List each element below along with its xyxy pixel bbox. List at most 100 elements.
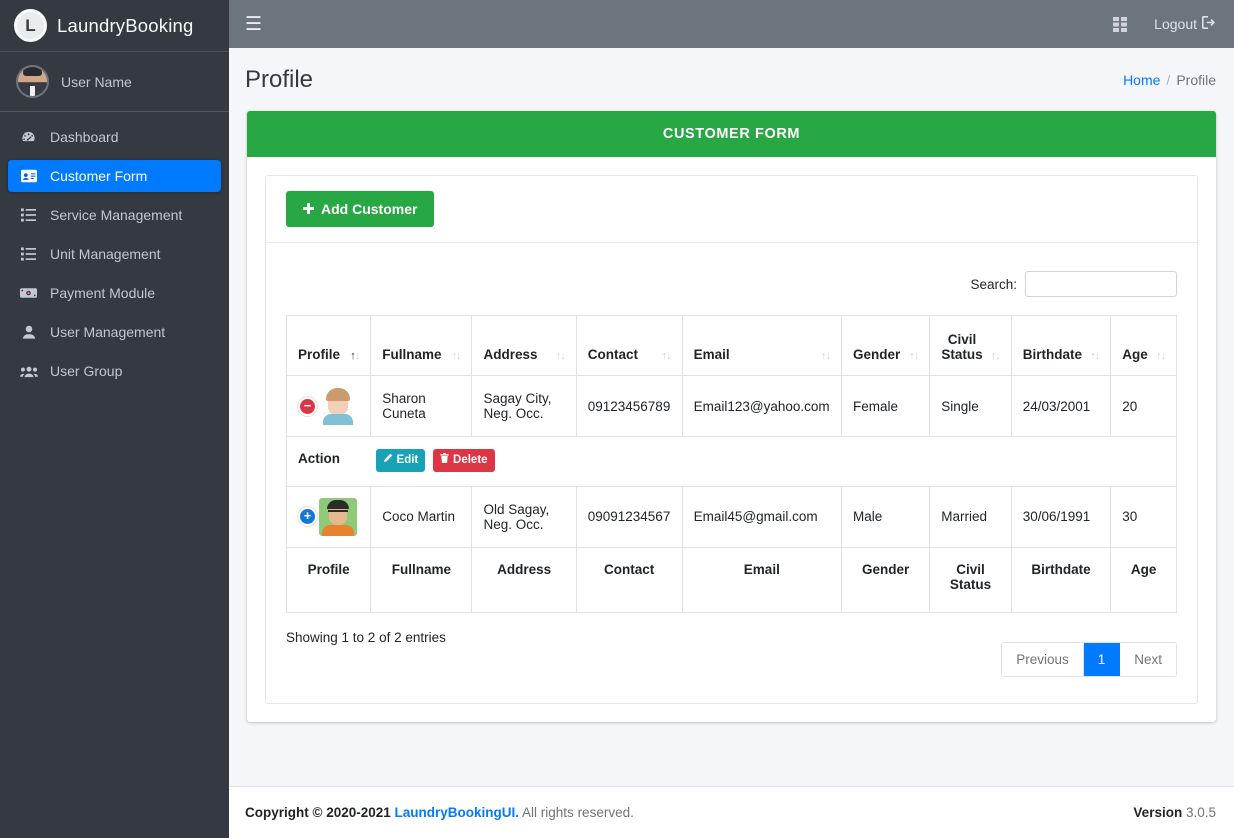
sidebar-item-label: Unit Management [50, 246, 161, 262]
column-label: Gender [853, 347, 901, 362]
delete-label: Delete [453, 454, 488, 466]
add-customer-label: Add Customer [321, 201, 418, 217]
pagination-page-1[interactable]: 1 [1083, 642, 1121, 676]
column-header-profile[interactable]: Profile ↑↓ [285, 315, 372, 376]
logout-button[interactable]: Logout [1154, 16, 1216, 32]
column-label: Email [693, 347, 730, 362]
id-card-icon [18, 169, 39, 183]
footer-version-number: 3.0.5 [1185, 805, 1216, 820]
topbar-right-actions: Logout [1113, 16, 1216, 32]
collapse-row-icon[interactable]: − [298, 396, 317, 416]
cell-civil-status: Married [929, 485, 1012, 548]
app-root: L LaundryBooking User Name Dashboard Cus… [0, 0, 1234, 838]
brand-header[interactable]: L LaundryBooking [0, 0, 229, 52]
customer-form-card: CUSTOMER FORM Add Customer Search: Profi… [247, 111, 1216, 722]
customer-table: Profile ↑↓ Fullname ↑↓ Address ↑↓ Contac… [285, 315, 1177, 613]
trash-icon [440, 453, 449, 468]
action-label: Action [298, 451, 340, 466]
sidebar-item-user-management[interactable]: User Management [8, 316, 221, 348]
sidebar-item-user-group[interactable]: User Group [8, 355, 221, 387]
content-area: CUSTOMER FORM Add Customer Search: Profi… [229, 111, 1234, 764]
sidebar-item-label: User Group [50, 363, 123, 379]
table-body: − Sharon Cuneta Sagay City, Neg. Occ. 09… [285, 375, 1177, 548]
column-header-contact[interactable]: Contact ↑↓ [575, 315, 683, 376]
list-icon [18, 208, 39, 222]
sidebar-nav: Dashboard Customer Form Service Manageme… [0, 112, 229, 394]
column-label: Address [483, 347, 538, 362]
column-header-address[interactable]: Address ↑↓ [471, 315, 577, 376]
expand-row-icon[interactable]: + [298, 507, 317, 527]
edit-button[interactable]: Edit [375, 449, 426, 472]
user-icon [18, 325, 39, 339]
breadcrumb-home[interactable]: Home [1123, 72, 1160, 88]
user-panel[interactable]: User Name [0, 52, 229, 112]
pagination-next[interactable]: Next [1120, 642, 1176, 676]
sidebar-item-label: Service Management [50, 207, 183, 223]
entries-info: Showing 1 to 2 of 2 entries [286, 629, 446, 645]
th-grid-icon[interactable] [1113, 16, 1128, 32]
footer-version: Version 3.0.5 [1133, 805, 1216, 820]
column-header-civil-status[interactable]: Civil Status ↑↓ [929, 315, 1012, 376]
breadcrumb-current: Profile [1176, 71, 1216, 88]
footer-column-profile: Profile [285, 546, 372, 613]
column-label: Birthdate [1022, 347, 1082, 362]
footer-column-fullname: Fullname [370, 546, 473, 613]
table-row: − Sharon Cuneta Sagay City, Neg. Occ. 09… [285, 375, 1177, 437]
cell-address: Sagay City, Neg. Occ. [471, 375, 577, 437]
column-label: Fullname [382, 347, 442, 362]
tachometer-icon [18, 130, 39, 145]
search-row: Search: [286, 259, 1177, 315]
card-header-title: CUSTOMER FORM [247, 111, 1216, 157]
delete-button[interactable]: Delete [433, 449, 495, 472]
add-customer-button[interactable]: Add Customer [286, 191, 435, 227]
sidebar-item-customer-form[interactable]: Customer Form [8, 160, 221, 192]
sidebar-item-label: Customer Form [50, 168, 148, 184]
user-panel-name: User Name [61, 73, 132, 90]
edit-label: Edit [396, 454, 419, 466]
column-label: Profile [298, 347, 341, 362]
pencil-icon [383, 453, 393, 468]
hamburger-icon[interactable]: ☰ [245, 15, 262, 34]
page-footer: Copyright © 2020-2021 LaundryBookingUI. … [229, 786, 1234, 838]
cell-age: 30 [1110, 485, 1177, 548]
pagination-previous[interactable]: Previous [1002, 642, 1084, 676]
breadcrumb-separator: / [1166, 71, 1171, 88]
search-input[interactable] [1025, 271, 1177, 297]
footer-column-gender: Gender [841, 546, 931, 613]
customer-avatar [319, 387, 357, 425]
breadcrumb: Home / Profile [1123, 72, 1216, 88]
footer-version-label: Version [1133, 805, 1183, 820]
column-header-email[interactable]: Email ↑↓ [681, 315, 843, 376]
list-icon [18, 247, 39, 261]
cell-birthdate: 30/06/1991 [1010, 485, 1112, 548]
sidebar-item-service-management[interactable]: Service Management [8, 199, 221, 231]
column-label: Age [1122, 347, 1148, 362]
sidebar-item-payment-module[interactable]: Payment Module [8, 277, 221, 309]
table-footer-row: Profile Fullname Address Contact Email G… [285, 546, 1177, 613]
plus-icon [303, 201, 314, 217]
column-label: Contact [587, 347, 638, 362]
cell-email: Email123@yahoo.com [681, 375, 843, 437]
column-header-age[interactable]: Age ↑↓ [1110, 315, 1177, 376]
footer-copyright-prefix: Copyright © 2020-2021 [245, 805, 391, 820]
sidebar-item-label: Payment Module [50, 285, 156, 301]
datatable-body: Search: Profile ↑↓ Fullname ↑↓ Address ↑… [266, 243, 1197, 703]
sidebar-item-label: Dashboard [50, 129, 119, 145]
table-foot: Profile Fullname Address Contact Email G… [285, 546, 1177, 613]
cell-contact: 09091234567 [575, 485, 683, 548]
sort-arrows-icon: ↑↓ [909, 350, 919, 362]
sidebar-item-unit-management[interactable]: Unit Management [8, 238, 221, 270]
sort-arrows-icon: ↑↓ [990, 350, 1001, 362]
users-icon [18, 365, 39, 378]
column-header-gender[interactable]: Gender ↑↓ [841, 315, 931, 376]
column-header-fullname[interactable]: Fullname ↑↓ [370, 315, 473, 376]
footer-copyright-suffix: All rights reserved. [522, 805, 634, 820]
footer-brand-link[interactable]: LaundryBookingUI. [395, 805, 520, 820]
pagination: Previous 1 Next [1001, 641, 1177, 677]
sidebar-item-dashboard[interactable]: Dashboard [8, 121, 221, 153]
footer-column-address: Address [471, 546, 577, 613]
column-header-birthdate[interactable]: Birthdate ↑↓ [1010, 315, 1112, 376]
avatar [16, 65, 49, 98]
footer-column-birthdate: Birthdate [1010, 546, 1112, 613]
brand-logo-icon: L [14, 9, 47, 42]
